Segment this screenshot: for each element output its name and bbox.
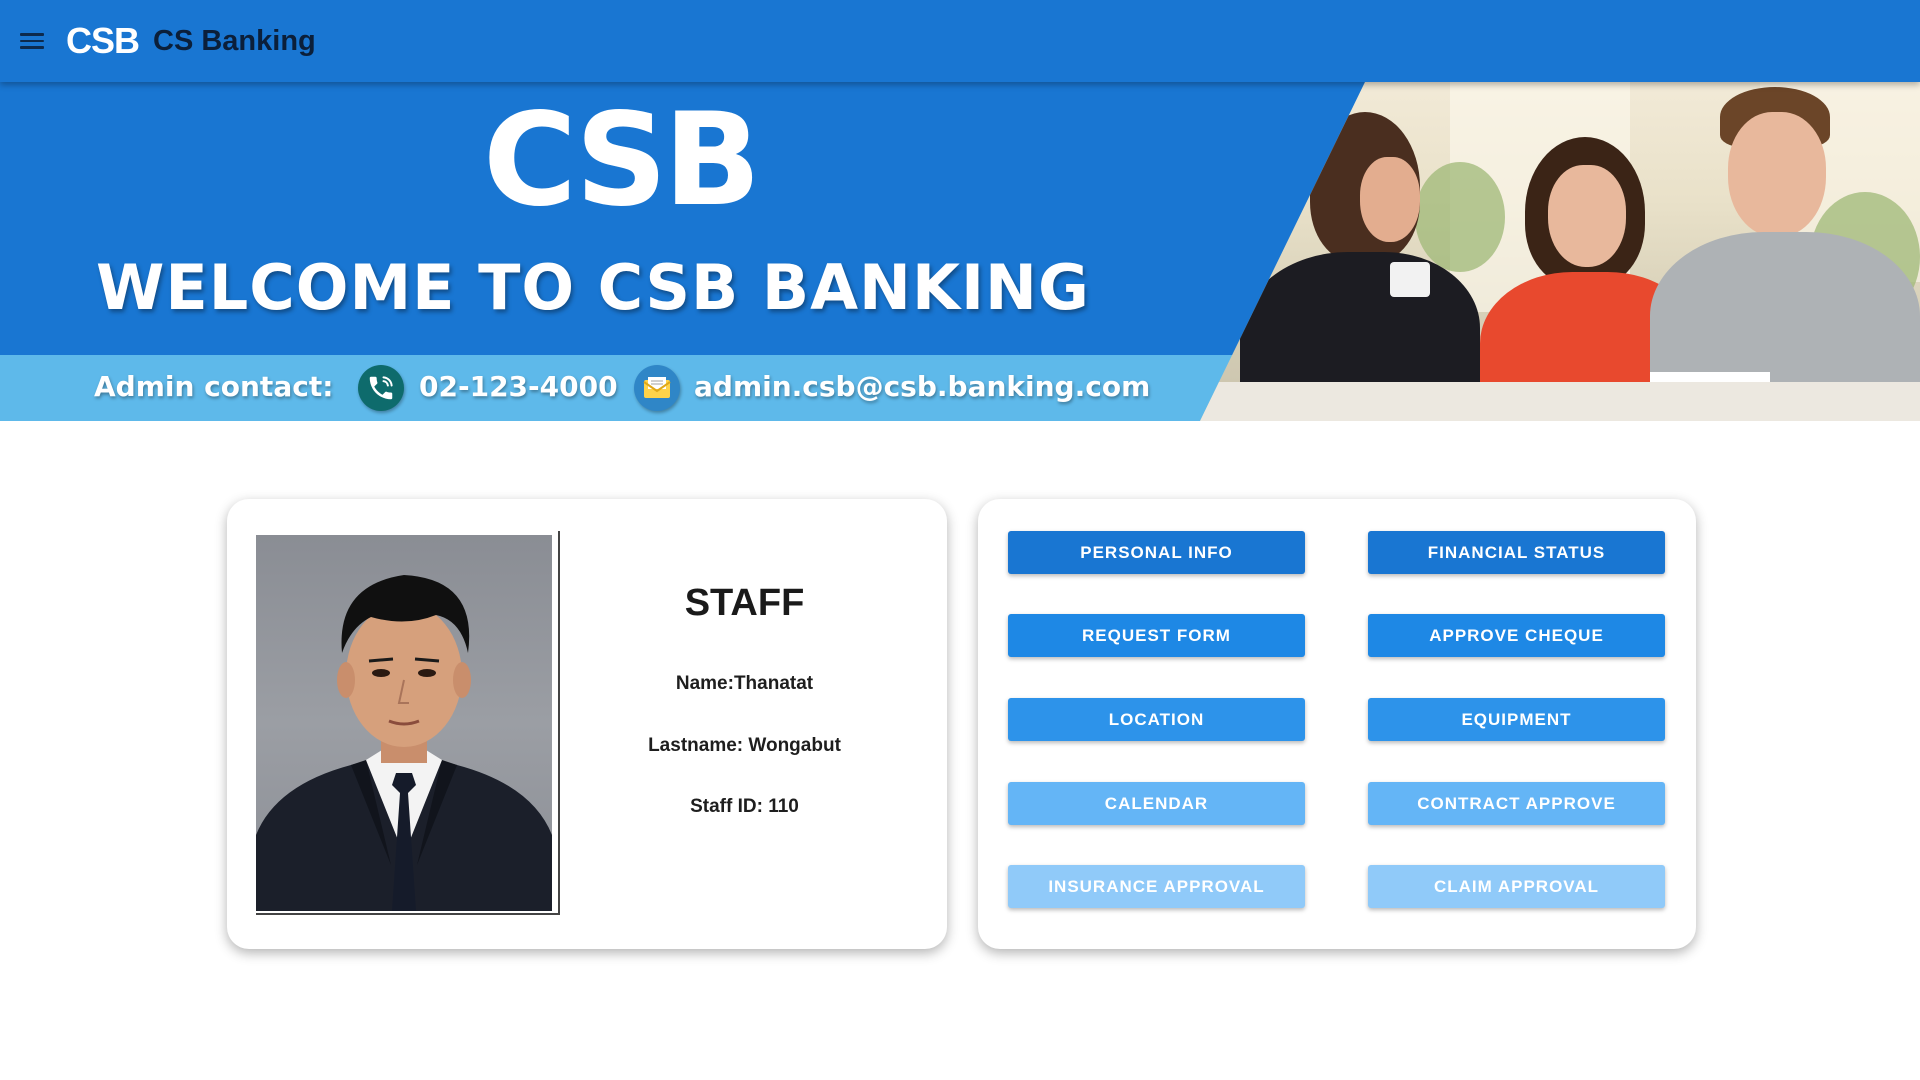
- equipment-button[interactable]: EQUIPMENT: [1368, 698, 1665, 741]
- admin-contact-label: Admin contact:: [94, 370, 334, 403]
- location-button[interactable]: LOCATION: [1008, 698, 1305, 741]
- insurance-approval-button[interactable]: INSURANCE APPROVAL: [1008, 865, 1305, 908]
- approve-cheque-button[interactable]: APPROVE CHEQUE: [1368, 614, 1665, 657]
- admin-email: admin.csb@csb.banking.com: [694, 370, 1151, 403]
- app-title: CS Banking: [153, 24, 316, 57]
- financial-status-button[interactable]: FINANCIAL STATUS: [1368, 531, 1665, 574]
- banner-logo: CSB: [482, 86, 761, 235]
- welcome-banner: CSB WELCOME TO CSB BANKING Admin contact…: [0, 82, 1920, 421]
- staff-photo-frame: [256, 531, 560, 915]
- staff-profile-card: STAFF Name:Thanatat Lastname: Wongabut S…: [227, 499, 947, 949]
- banner-welcome-text: WELCOME TO CSB BANKING: [96, 251, 1090, 324]
- app-logo[interactable]: CSB: [66, 20, 140, 62]
- staff-role-title: STAFF: [684, 582, 805, 624]
- calendar-button[interactable]: CALENDAR: [1008, 782, 1305, 825]
- staff-lastname: Lastname: Wongabut: [648, 735, 841, 756]
- hamburger-menu-icon[interactable]: [20, 26, 50, 56]
- claim-approval-button[interactable]: CLAIM APPROVAL: [1368, 865, 1665, 908]
- request-form-button[interactable]: REQUEST FORM: [1008, 614, 1305, 657]
- contract-approve-button[interactable]: CONTRACT APPROVE: [1368, 782, 1665, 825]
- staff-photo: [256, 535, 552, 911]
- envelope-icon: [634, 365, 680, 411]
- staff-menu-card: PERSONAL INFO FINANCIAL STATUS REQUEST F…: [978, 499, 1696, 949]
- top-app-bar: CSB CS Banking: [0, 0, 1920, 82]
- personal-info-button[interactable]: PERSONAL INFO: [1008, 531, 1305, 574]
- staff-id: Staff ID: 110: [690, 796, 799, 817]
- banner-photo-meeting: [1200, 82, 1920, 421]
- phone-icon: [358, 365, 404, 411]
- admin-phone: 02-123-4000: [419, 370, 618, 403]
- staff-name: Name:Thanatat: [675, 673, 814, 694]
